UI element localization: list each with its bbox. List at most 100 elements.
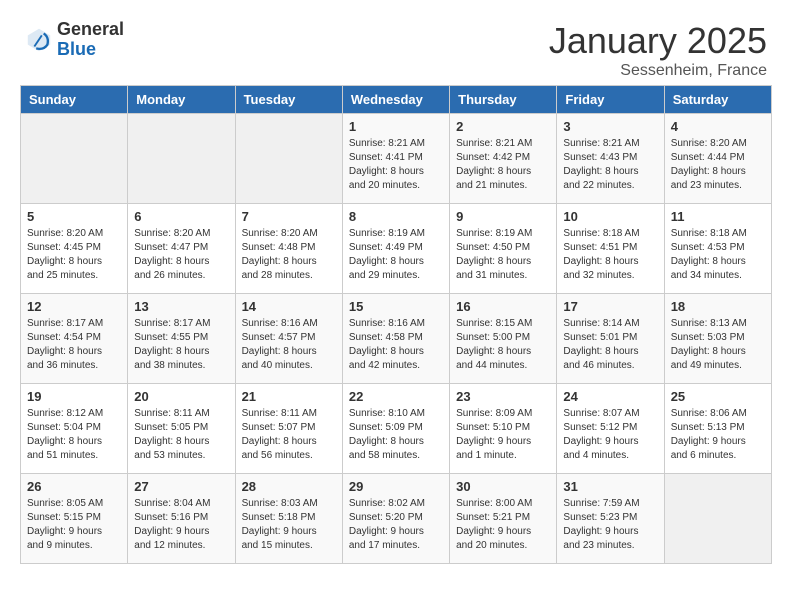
day-number: 6 bbox=[134, 209, 228, 224]
day-info: Sunrise: 8:02 AM Sunset: 5:20 PM Dayligh… bbox=[349, 497, 443, 553]
calendar-table: Sunday Monday Tuesday Wednesday Thursday… bbox=[20, 85, 772, 564]
table-row: 1 Sunrise: 8:21 AM Sunset: 4:41 PM Daylig… bbox=[342, 114, 449, 204]
day-info: Sunrise: 8:10 AM Sunset: 5:09 PM Dayligh… bbox=[349, 407, 443, 463]
header-sunday: Sunday bbox=[21, 86, 128, 114]
weekday-header-row: Sunday Monday Tuesday Wednesday Thursday… bbox=[21, 86, 772, 114]
day-number: 14 bbox=[242, 299, 336, 314]
day-info: Sunrise: 7:59 AM Sunset: 5:23 PM Dayligh… bbox=[563, 497, 657, 553]
day-info: Sunrise: 8:11 AM Sunset: 5:05 PM Dayligh… bbox=[134, 407, 228, 463]
logo-icon bbox=[25, 26, 53, 54]
table-row: 12 Sunrise: 8:17 AM Sunset: 4:54 PM Dayli… bbox=[21, 294, 128, 384]
table-row: 28 Sunrise: 8:03 AM Sunset: 5:18 PM Dayli… bbox=[235, 474, 342, 564]
day-info: Sunrise: 8:21 AM Sunset: 4:42 PM Dayligh… bbox=[456, 137, 550, 193]
day-number: 28 bbox=[242, 479, 336, 494]
day-info: Sunrise: 8:18 AM Sunset: 4:51 PM Dayligh… bbox=[563, 227, 657, 283]
table-row: 22 Sunrise: 8:10 AM Sunset: 5:09 PM Dayli… bbox=[342, 384, 449, 474]
day-number: 3 bbox=[563, 119, 657, 134]
day-number: 11 bbox=[671, 209, 765, 224]
day-number: 7 bbox=[242, 209, 336, 224]
table-row: 15Sunrise: 8:16 AM Sunset: 4:58 PM Dayli… bbox=[342, 294, 449, 384]
header-saturday: Saturday bbox=[664, 86, 771, 114]
day-info: Sunrise: 8:05 AM Sunset: 5:15 PM Dayligh… bbox=[27, 497, 121, 553]
day-number: 23 bbox=[456, 389, 550, 404]
day-number: 27 bbox=[134, 479, 228, 494]
day-info: Sunrise: 8:21 AM Sunset: 4:41 PM Dayligh… bbox=[349, 137, 443, 193]
week-row-1: 1 Sunrise: 8:21 AM Sunset: 4:41 PM Daylig… bbox=[21, 114, 772, 204]
day-info: Sunrise: 8:03 AM Sunset: 5:18 PM Dayligh… bbox=[242, 497, 336, 553]
table-row: 4 Sunrise: 8:20 AM Sunset: 4:44 PM Daylig… bbox=[664, 114, 771, 204]
table-row: 5 Sunrise: 8:20 AM Sunset: 4:45 PM Daylig… bbox=[21, 204, 128, 294]
table-row: 13 Sunrise: 8:17 AM Sunset: 4:55 PM Dayli… bbox=[128, 294, 235, 384]
day-info: Sunrise: 8:19 AM Sunset: 4:50 PM Dayligh… bbox=[456, 227, 550, 283]
title-block: January 2025 Sessenheim, France bbox=[549, 20, 767, 80]
day-number: 26 bbox=[27, 479, 121, 494]
page-header: General Blue January 2025 Sessenheim, Fr… bbox=[10, 10, 782, 85]
header-monday: Monday bbox=[128, 86, 235, 114]
day-number: 18 bbox=[671, 299, 765, 314]
table-row: 7Sunrise: 8:20 AM Sunset: 4:48 PM Daylig… bbox=[235, 204, 342, 294]
day-info: Sunrise: 8:21 AM Sunset: 4:43 PM Dayligh… bbox=[563, 137, 657, 193]
day-info: Sunrise: 8:04 AM Sunset: 5:16 PM Dayligh… bbox=[134, 497, 228, 553]
day-info: Sunrise: 8:11 AM Sunset: 5:07 PM Dayligh… bbox=[242, 407, 336, 463]
day-number: 13 bbox=[134, 299, 228, 314]
table-row: 9 Sunrise: 8:19 AM Sunset: 4:50 PM Daylig… bbox=[450, 204, 557, 294]
table-row: 16 Sunrise: 8:15 AM Sunset: 5:00 PM Dayli… bbox=[450, 294, 557, 384]
table-row bbox=[21, 114, 128, 204]
day-info: Sunrise: 8:17 AM Sunset: 4:54 PM Dayligh… bbox=[27, 317, 121, 373]
table-row: 19 Sunrise: 8:12 AM Sunset: 5:04 PM Dayli… bbox=[21, 384, 128, 474]
day-number: 24 bbox=[563, 389, 657, 404]
table-row: 24Sunrise: 8:07 AM Sunset: 5:12 PM Dayli… bbox=[557, 384, 664, 474]
day-number: 25 bbox=[671, 389, 765, 404]
day-number: 12 bbox=[27, 299, 121, 314]
day-info: Sunrise: 8:17 AM Sunset: 4:55 PM Dayligh… bbox=[134, 317, 228, 373]
header-friday: Friday bbox=[557, 86, 664, 114]
table-row: 17 Sunrise: 8:14 AM Sunset: 5:01 PM Dayli… bbox=[557, 294, 664, 384]
location-title: Sessenheim, France bbox=[549, 62, 767, 80]
day-number: 8 bbox=[349, 209, 443, 224]
table-row: 11 Sunrise: 8:18 AM Sunset: 4:53 PM Dayli… bbox=[664, 204, 771, 294]
day-number: 4 bbox=[671, 119, 765, 134]
day-info: Sunrise: 8:12 AM Sunset: 5:04 PM Dayligh… bbox=[27, 407, 121, 463]
day-info: Sunrise: 8:09 AM Sunset: 5:10 PM Dayligh… bbox=[456, 407, 550, 463]
table-row: 6 Sunrise: 8:20 AM Sunset: 4:47 PM Daylig… bbox=[128, 204, 235, 294]
table-row bbox=[664, 474, 771, 564]
header-wednesday: Wednesday bbox=[342, 86, 449, 114]
day-number: 1 bbox=[349, 119, 443, 134]
week-row-2: 5 Sunrise: 8:20 AM Sunset: 4:45 PM Daylig… bbox=[21, 204, 772, 294]
day-number: 5 bbox=[27, 209, 121, 224]
day-info: Sunrise: 8:13 AM Sunset: 5:03 PM Dayligh… bbox=[671, 317, 765, 373]
day-info: Sunrise: 8:19 AM Sunset: 4:49 PM Dayligh… bbox=[349, 227, 443, 283]
day-info: Sunrise: 8:20 AM Sunset: 4:47 PM Dayligh… bbox=[134, 227, 228, 283]
day-number: 16 bbox=[456, 299, 550, 314]
day-number: 29 bbox=[349, 479, 443, 494]
table-row: 18 Sunrise: 8:13 AM Sunset: 5:03 PM Dayli… bbox=[664, 294, 771, 384]
table-row: 21Sunrise: 8:11 AM Sunset: 5:07 PM Dayli… bbox=[235, 384, 342, 474]
logo-text: General Blue bbox=[57, 20, 124, 60]
table-row: 26 Sunrise: 8:05 AM Sunset: 5:15 PM Dayli… bbox=[21, 474, 128, 564]
logo-general-text: General bbox=[57, 20, 124, 40]
table-row: 31 Sunrise: 7:59 AM Sunset: 5:23 PM Dayli… bbox=[557, 474, 664, 564]
day-number: 17 bbox=[563, 299, 657, 314]
day-info: Sunrise: 8:14 AM Sunset: 5:01 PM Dayligh… bbox=[563, 317, 657, 373]
day-info: Sunrise: 8:18 AM Sunset: 4:53 PM Dayligh… bbox=[671, 227, 765, 283]
week-row-4: 19 Sunrise: 8:12 AM Sunset: 5:04 PM Dayli… bbox=[21, 384, 772, 474]
day-info: Sunrise: 8:06 AM Sunset: 5:13 PM Dayligh… bbox=[671, 407, 765, 463]
day-info: Sunrise: 8:20 AM Sunset: 4:44 PM Dayligh… bbox=[671, 137, 765, 193]
day-info: Sunrise: 8:20 AM Sunset: 4:45 PM Dayligh… bbox=[27, 227, 121, 283]
day-number: 9 bbox=[456, 209, 550, 224]
table-row: 14Sunrise: 8:16 AM Sunset: 4:57 PM Dayli… bbox=[235, 294, 342, 384]
table-row: 3 Sunrise: 8:21 AM Sunset: 4:43 PM Daylig… bbox=[557, 114, 664, 204]
day-number: 19 bbox=[27, 389, 121, 404]
day-number: 31 bbox=[563, 479, 657, 494]
table-row: 29 Sunrise: 8:02 AM Sunset: 5:20 PM Dayli… bbox=[342, 474, 449, 564]
table-row: 30Sunrise: 8:00 AM Sunset: 5:21 PM Dayli… bbox=[450, 474, 557, 564]
day-number: 22 bbox=[349, 389, 443, 404]
table-row: 23 Sunrise: 8:09 AM Sunset: 5:10 PM Dayli… bbox=[450, 384, 557, 474]
logo-blue-text: Blue bbox=[57, 40, 124, 60]
day-number: 2 bbox=[456, 119, 550, 134]
logo: General Blue bbox=[25, 20, 124, 60]
day-info: Sunrise: 8:15 AM Sunset: 5:00 PM Dayligh… bbox=[456, 317, 550, 373]
table-row bbox=[235, 114, 342, 204]
table-row bbox=[128, 114, 235, 204]
header-thursday: Thursday bbox=[450, 86, 557, 114]
